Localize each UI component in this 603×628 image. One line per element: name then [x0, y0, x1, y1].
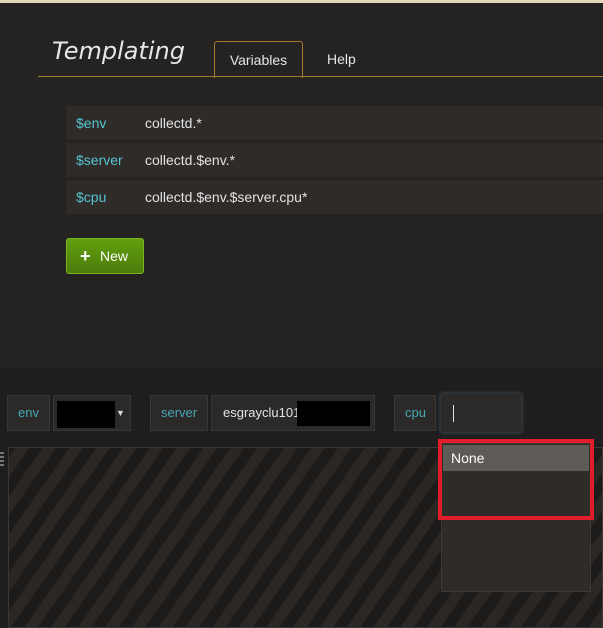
plus-icon: + — [80, 246, 91, 266]
variable-name[interactable]: $cpu — [76, 180, 106, 214]
highlight-annotation-box — [438, 439, 594, 520]
redacted-value — [297, 401, 370, 426]
env-variable-select[interactable]: ▼ — [53, 395, 131, 431]
templating-modal: Templating Variables Help $env collectd.… — [0, 0, 603, 368]
tab-variables[interactable]: Variables — [214, 41, 303, 78]
variable-row-env[interactable]: $env collectd.* — [66, 106, 603, 140]
modal-title: Templating — [52, 37, 185, 65]
caret-down-icon: ▼ — [116, 408, 125, 418]
variable-name[interactable]: $env — [76, 106, 106, 140]
variable-query: collectd.$env.* — [145, 152, 236, 168]
variable-query: collectd.* — [145, 115, 202, 131]
variable-name[interactable]: $server — [76, 143, 123, 177]
drag-handle-icon[interactable] — [0, 452, 4, 466]
new-variable-button[interactable]: + New — [66, 238, 144, 274]
env-variable-label: env — [7, 395, 50, 431]
new-button-label: New — [100, 248, 129, 264]
variable-query: collectd.$env.$server.cpu* — [145, 189, 308, 205]
variable-row-cpu[interactable]: $cpu collectd.$env.$server.cpu* — [66, 180, 603, 214]
server-variable-label: server — [150, 395, 208, 431]
header-divider — [38, 76, 603, 77]
cpu-variable-label: cpu — [394, 395, 436, 431]
server-variable-select[interactable]: esgrayclu101 — [211, 395, 375, 431]
variable-row-server[interactable]: $server collectd.$env.* — [66, 143, 603, 177]
tab-help[interactable]: Help — [313, 41, 370, 77]
cpu-variable-input[interactable] — [440, 393, 522, 433]
text-cursor — [453, 405, 454, 422]
server-variable-value: esgrayclu101 — [223, 405, 301, 420]
redacted-value — [57, 401, 115, 428]
